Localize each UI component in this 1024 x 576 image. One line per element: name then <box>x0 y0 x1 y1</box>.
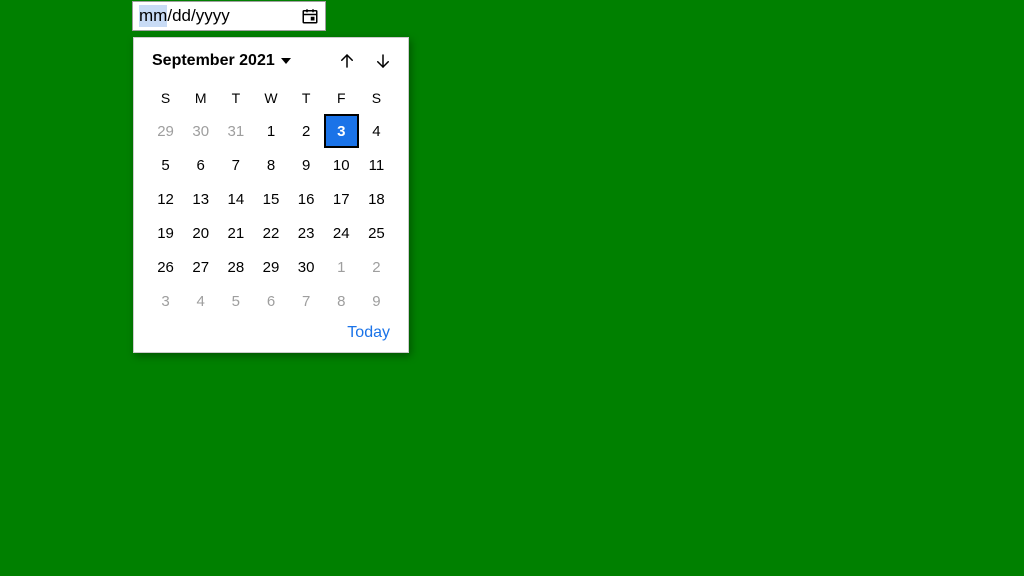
day-cell[interactable]: 13 <box>183 182 218 216</box>
date-input-dd[interactable]: dd <box>172 6 191 26</box>
day-cell[interactable]: 16 <box>289 182 324 216</box>
day-cell[interactable]: 21 <box>218 216 253 250</box>
day-cell[interactable]: 4 <box>359 114 394 148</box>
day-cell[interactable]: 20 <box>183 216 218 250</box>
day-cell[interactable]: 5 <box>148 148 183 182</box>
day-of-week-header: S <box>148 86 183 114</box>
day-of-week-header: S <box>359 86 394 114</box>
day-cell[interactable]: 2 <box>289 114 324 148</box>
day-cell[interactable]: 23 <box>289 216 324 250</box>
day-of-week-header: F <box>324 86 359 114</box>
day-of-week-header: T <box>289 86 324 114</box>
date-input-mm[interactable]: mm <box>139 5 167 27</box>
day-cell[interactable]: 18 <box>359 182 394 216</box>
day-cell[interactable]: 7 <box>289 284 324 318</box>
date-input[interactable]: mm / dd / yyyy <box>132 1 326 31</box>
day-cell[interactable]: 25 <box>359 216 394 250</box>
day-cell[interactable]: 17 <box>324 182 359 216</box>
arrow-up-icon <box>338 52 356 70</box>
day-cell[interactable]: 2 <box>359 250 394 284</box>
day-cell[interactable]: 8 <box>253 148 288 182</box>
next-month-button[interactable] <box>372 50 394 72</box>
day-cell[interactable]: 3 <box>148 284 183 318</box>
day-cell[interactable]: 12 <box>148 182 183 216</box>
day-cell[interactable]: 24 <box>324 216 359 250</box>
day-cell[interactable]: 14 <box>218 182 253 216</box>
month-nav <box>336 50 394 72</box>
day-cell[interactable]: 11 <box>359 148 394 182</box>
month-year-selector[interactable]: September 2021 <box>152 52 291 70</box>
chevron-down-icon <box>281 58 291 64</box>
day-cell[interactable]: 6 <box>253 284 288 318</box>
date-input-yyyy[interactable]: yyyy <box>196 6 230 26</box>
today-button[interactable]: Today <box>347 324 390 341</box>
day-cell[interactable]: 19 <box>148 216 183 250</box>
date-picker-popup: September 2021 SMTWTFS293031123456789101… <box>133 37 409 353</box>
date-input-text: mm / dd / yyyy <box>139 5 230 27</box>
day-cell[interactable]: 22 <box>253 216 288 250</box>
day-cell[interactable]: 9 <box>359 284 394 318</box>
day-cell[interactable]: 29 <box>148 114 183 148</box>
day-cell[interactable]: 30 <box>183 114 218 148</box>
day-cell[interactable]: 5 <box>218 284 253 318</box>
day-cell[interactable]: 7 <box>218 148 253 182</box>
day-cell[interactable]: 27 <box>183 250 218 284</box>
day-cell[interactable]: 8 <box>324 284 359 318</box>
day-cell[interactable]: 4 <box>183 284 218 318</box>
day-cell[interactable]: 9 <box>289 148 324 182</box>
day-cell[interactable]: 1 <box>324 250 359 284</box>
day-of-week-header: W <box>253 86 288 114</box>
arrow-down-icon <box>374 52 392 70</box>
day-cell[interactable]: 15 <box>253 182 288 216</box>
day-cell[interactable]: 3 <box>324 114 359 148</box>
prev-month-button[interactable] <box>336 50 358 72</box>
day-cell[interactable]: 6 <box>183 148 218 182</box>
day-cell[interactable]: 31 <box>218 114 253 148</box>
day-cell[interactable]: 10 <box>324 148 359 182</box>
day-cell[interactable]: 29 <box>253 250 288 284</box>
day-of-week-header: M <box>183 86 218 114</box>
date-picker-footer: Today <box>148 324 394 342</box>
month-year-label: September 2021 <box>152 52 275 70</box>
day-cell[interactable]: 26 <box>148 250 183 284</box>
day-of-week-header: T <box>218 86 253 114</box>
calendar-icon[interactable] <box>301 7 319 25</box>
day-cell[interactable]: 1 <box>253 114 288 148</box>
date-picker-header: September 2021 <box>148 50 394 72</box>
date-picker-grid: SMTWTFS293031123456789101112131415161718… <box>148 86 394 318</box>
day-cell[interactable]: 28 <box>218 250 253 284</box>
day-cell[interactable]: 30 <box>289 250 324 284</box>
